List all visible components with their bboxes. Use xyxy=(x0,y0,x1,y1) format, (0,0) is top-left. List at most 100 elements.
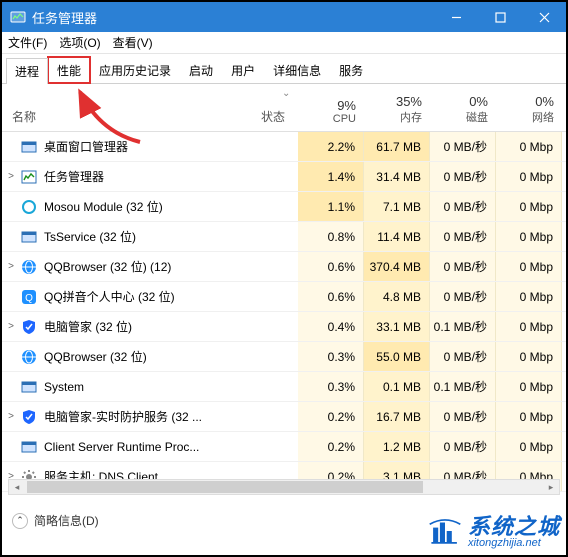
expand-toggle[interactable]: > xyxy=(2,321,20,332)
cpu-pct: 9% xyxy=(298,98,356,113)
disk-cell: 0 MB/秒 xyxy=(430,192,496,221)
tab-app-history[interactable]: 应用历史记录 xyxy=(90,57,180,83)
brief-info-link[interactable]: 简略信息(D) xyxy=(34,512,99,529)
mem-cell: 55.0 MB xyxy=(364,342,430,371)
process-name: TsService (32 位) xyxy=(44,228,136,245)
process-name: Client Server Runtime Proc... xyxy=(44,440,199,454)
menu-view[interactable]: 查看(V) xyxy=(113,34,153,51)
cpu-cell: 0.3% xyxy=(298,372,364,401)
footer: ⌃ 简略信息(D) xyxy=(12,512,99,529)
close-button[interactable] xyxy=(522,2,566,32)
watermark-url: xitongzhijia.net xyxy=(468,538,560,549)
table-row[interactable]: Mosou Module (32 位)1.1%7.1 MB0 MB/秒0 Mbp xyxy=(2,192,566,222)
process-name: QQBrowser (32 位) (12) xyxy=(44,258,171,275)
mem-label: 内存 xyxy=(364,109,422,125)
process-name: Mosou Module (32 位) xyxy=(44,198,163,215)
expand-toggle[interactable]: > xyxy=(2,171,20,182)
col-memory[interactable]: 35% 内存 xyxy=(364,90,430,131)
mem-cell: 31.4 MB xyxy=(364,162,430,191)
net-cell: 0 Mbp xyxy=(496,342,562,371)
cpu-cell: 0.6% xyxy=(298,282,364,311)
mem-cell: 370.4 MB xyxy=(364,252,430,281)
process-name: QQ拼音个人中心 (32 位) xyxy=(44,288,175,305)
window-title: 任务管理器 xyxy=(32,8,434,27)
table-row[interactable]: 桌面窗口管理器2.2%61.7 MB0 MB/秒0 Mbp xyxy=(2,132,566,162)
process-icon xyxy=(20,228,38,246)
process-name: QQBrowser (32 位) xyxy=(44,348,147,365)
col-status[interactable]: 状态 xyxy=(248,108,298,131)
tab-users[interactable]: 用户 xyxy=(222,57,264,83)
col-network[interactable]: 0% 网络 xyxy=(496,90,562,131)
net-label: 网络 xyxy=(496,109,554,125)
col-disk[interactable]: 0% 磁盘 xyxy=(430,90,496,131)
process-name-cell: TsService (32 位) xyxy=(20,228,248,246)
collapse-icon[interactable]: ⌃ xyxy=(12,513,28,529)
process-icon xyxy=(20,408,38,426)
col-cpu[interactable]: 9% CPU xyxy=(298,94,364,131)
net-cell: 0 Mbp xyxy=(496,162,562,191)
table-row[interactable]: >电脑管家 (32 位)0.4%33.1 MB0.1 MB/秒0 Mbp xyxy=(2,312,566,342)
horizontal-scrollbar[interactable]: ◂ ▸ xyxy=(8,479,560,495)
cpu-cell: 0.8% xyxy=(298,222,364,251)
process-name-cell: Mosou Module (32 位) xyxy=(20,198,248,216)
disk-pct: 0% xyxy=(430,94,488,109)
cpu-cell: 0.6% xyxy=(298,252,364,281)
scroll-right-button[interactable]: ▸ xyxy=(543,480,559,494)
watermark-text: 系统之城 xyxy=(468,516,560,538)
tab-performance[interactable]: 性能 xyxy=(48,57,90,83)
tab-details[interactable]: 详细信息 xyxy=(264,57,330,83)
tab-processes[interactable]: 进程 xyxy=(6,58,48,84)
tab-services[interactable]: 服务 xyxy=(330,57,372,83)
disk-cell: 0 MB/秒 xyxy=(430,342,496,371)
cpu-cell: 0.2% xyxy=(298,432,364,461)
process-icon xyxy=(20,318,38,336)
disk-cell: 0 MB/秒 xyxy=(430,222,496,251)
tab-startup[interactable]: 启动 xyxy=(180,57,222,83)
table-row[interactable]: >任务管理器1.4%31.4 MB0 MB/秒0 Mbp xyxy=(2,162,566,192)
process-name: 电脑管家-实时防护服务 (32 ... xyxy=(44,408,202,425)
process-name: 电脑管家 (32 位) xyxy=(44,318,132,335)
expand-toggle[interactable]: > xyxy=(2,411,20,422)
table-row[interactable]: QQQ拼音个人中心 (32 位)0.6%4.8 MB0 MB/秒0 Mbp xyxy=(2,282,566,312)
disk-label: 磁盘 xyxy=(430,109,488,125)
net-pct: 0% xyxy=(496,94,554,109)
table-row[interactable]: > QQBrowser (32 位) (12) 0.6%370.4 MB0 MB/秒… xyxy=(2,252,566,282)
col-name[interactable]: 名称 xyxy=(2,84,248,131)
watermark-logo-icon xyxy=(428,514,462,551)
mem-cell: 61.7 MB xyxy=(364,132,430,161)
scroll-left-button[interactable]: ◂ xyxy=(9,480,25,494)
expand-toggle[interactable]: > xyxy=(2,261,20,272)
mem-cell: 33.1 MB xyxy=(364,312,430,341)
disk-cell: 0 MB/秒 xyxy=(430,132,496,161)
mem-cell: 11.4 MB xyxy=(364,222,430,251)
process-name-cell: 桌面窗口管理器 xyxy=(20,138,248,156)
cpu-cell: 1.1% xyxy=(298,192,364,221)
scroll-thumb[interactable] xyxy=(27,481,423,493)
table-row[interactable]: >电脑管家-实时防护服务 (32 ...0.2%16.7 MB0 MB/秒0 M… xyxy=(2,402,566,432)
menu-options[interactable]: 选项(O) xyxy=(59,34,100,51)
net-cell: 0 Mbp xyxy=(496,372,562,401)
table-row[interactable]: QQBrowser (32 位)0.3%55.0 MB0 MB/秒0 Mbp xyxy=(2,342,566,372)
process-name-cell: 电脑管家-实时防护服务 (32 ... xyxy=(20,408,248,426)
mem-cell: 16.7 MB xyxy=(364,402,430,431)
process-name-cell: Client Server Runtime Proc... xyxy=(20,438,248,456)
net-cell: 0 Mbp xyxy=(496,282,562,311)
table-row[interactable]: TsService (32 位) 0.8%11.4 MB0 MB/秒0 Mbp xyxy=(2,222,566,252)
minimize-button[interactable] xyxy=(434,2,478,32)
disk-cell: 0 MB/秒 xyxy=(430,252,496,281)
process-icon xyxy=(20,258,38,276)
mem-cell: 0.1 MB xyxy=(364,372,430,401)
net-cell: 0 Mbp xyxy=(496,252,562,281)
menubar: 文件(F) 选项(O) 查看(V) xyxy=(2,32,566,54)
process-name-cell: 任务管理器 xyxy=(20,168,248,186)
mem-pct: 35% xyxy=(364,94,422,109)
net-cell: 0 Mbp xyxy=(496,222,562,251)
maximize-button[interactable] xyxy=(478,2,522,32)
table-row[interactable]: System0.3%0.1 MB0.1 MB/秒0 Mbp xyxy=(2,372,566,402)
taskmanager-icon xyxy=(10,9,26,25)
cpu-cell: 2.2% xyxy=(298,132,364,161)
svg-text:Q: Q xyxy=(25,293,33,304)
menu-file[interactable]: 文件(F) xyxy=(8,34,47,51)
process-name-cell: QQBrowser (32 位) xyxy=(20,348,248,366)
table-row[interactable]: Client Server Runtime Proc...0.2%1.2 MB0… xyxy=(2,432,566,462)
